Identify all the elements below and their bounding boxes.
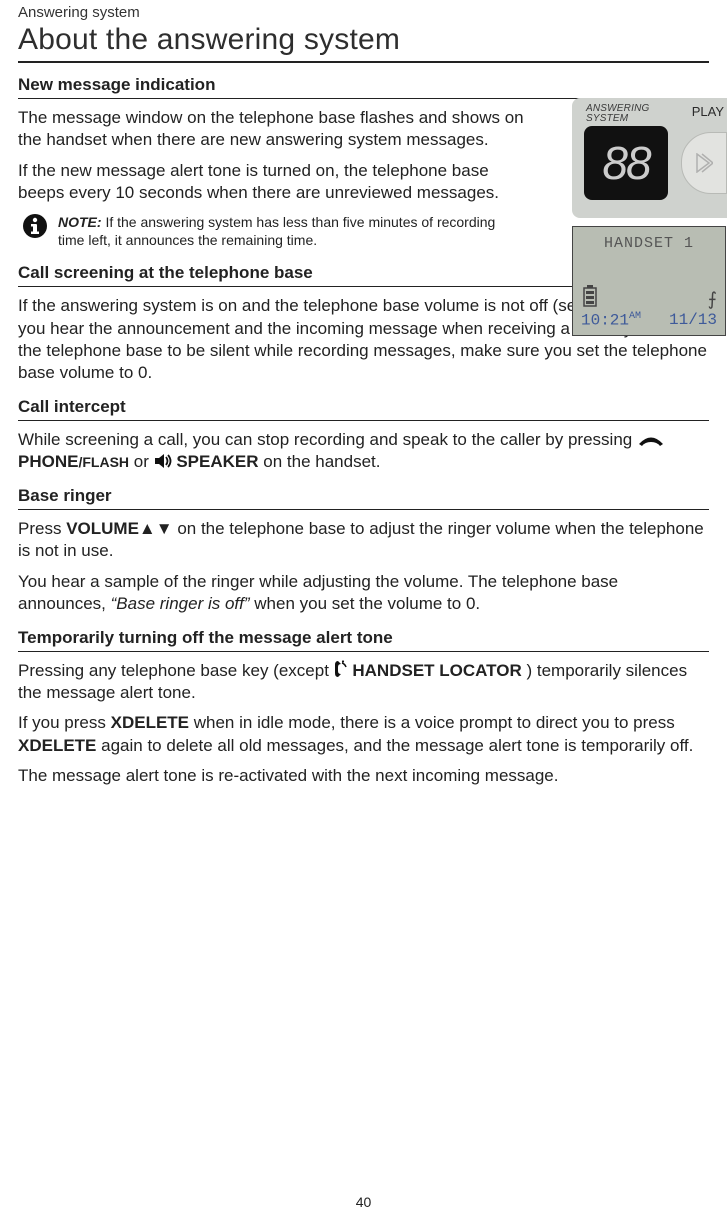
paragraph: Press VOLUME▲▼ on the telephone base to … xyxy=(18,518,709,563)
document-page: Answering system About the answering sys… xyxy=(0,0,727,1220)
paragraph: If you press XDELETE when in idle mode, … xyxy=(18,712,709,757)
page-number: 40 xyxy=(0,1194,727,1210)
handset-lcd-illustration: HANDSET 1 ⨍ 10:21AM 11/13 xyxy=(572,226,726,336)
quoted-text: “Base ringer is off” xyxy=(111,594,250,613)
paragraph: You hear a sample of the ringer while ad… xyxy=(18,571,709,616)
text: While screening a call, you can stop rec… xyxy=(18,430,637,449)
speaker-icon xyxy=(154,453,172,469)
heading-call-intercept: Call intercept xyxy=(18,397,709,421)
heading-base-ringer: Base ringer xyxy=(18,486,709,510)
play-label: PLAY xyxy=(692,104,724,119)
tape-icon: ⨍ xyxy=(708,289,715,311)
lcd-date: 11/13 xyxy=(669,311,717,329)
play-button xyxy=(681,132,727,194)
lcd-ampm: AM xyxy=(629,311,641,322)
paragraph: Pressing any telephone base key (except … xyxy=(18,660,709,705)
page-title: About the answering system xyxy=(18,23,709,63)
note-text: NOTE: If the answering system has less t… xyxy=(58,213,518,249)
xdelete-label: XDELETE xyxy=(18,736,96,755)
paragraph: If the new message alert tone is turned … xyxy=(18,160,538,205)
message-counter-value: 88 xyxy=(602,136,649,190)
speaker-label: SPEAKER xyxy=(176,452,258,471)
text: when in idle mode, there is a voice prom… xyxy=(194,713,675,732)
heading-new-message: New message indication xyxy=(18,75,709,99)
xdelete-label: XDELETE xyxy=(111,713,189,732)
message-counter-window: 88 xyxy=(584,126,668,200)
heading-temp-off-alert: Temporarily turning off the message aler… xyxy=(18,628,709,652)
flash-label: /FLASH xyxy=(78,454,129,470)
phone-base-illustration: ANSWERING SYSTEM PLAY 88 xyxy=(572,98,727,218)
base-label-line2: SYSTEM xyxy=(586,113,628,124)
note-body: If the answering system has less than fi… xyxy=(58,214,495,248)
paragraph: While screening a call, you can stop rec… xyxy=(18,429,709,474)
info-icon xyxy=(22,213,48,239)
text: again to delete all old messages, and th… xyxy=(101,736,693,755)
phone-label: PHONE xyxy=(18,452,78,471)
arrow-down-icon: ▼ xyxy=(156,519,173,538)
handset-locator-label: HANDSET LOCATOR xyxy=(352,661,521,680)
text: on the handset. xyxy=(263,452,380,471)
lcd-time: 10:21AM xyxy=(581,311,641,329)
base-label: ANSWERING SYSTEM xyxy=(586,104,649,123)
text: Pressing any telephone base key (except xyxy=(18,661,334,680)
paragraph: The message alert tone is re-activated w… xyxy=(18,765,709,787)
paragraph: The message window on the telephone base… xyxy=(18,107,538,152)
text: If you press xyxy=(18,713,111,732)
text: Press xyxy=(18,519,66,538)
battery-icon xyxy=(583,285,597,307)
figure-column: ANSWERING SYSTEM PLAY 88 HANDSET 1 xyxy=(572,98,727,336)
play-icon xyxy=(695,153,713,173)
volume-label: VOLUME xyxy=(66,519,139,538)
lcd-time-value: 10:21 xyxy=(581,311,629,329)
phone-icon xyxy=(637,435,665,447)
arrow-up-icon: ▲ xyxy=(139,519,156,538)
handset-icon xyxy=(334,660,348,678)
note-label: NOTE: xyxy=(58,214,102,230)
text: or xyxy=(134,452,154,471)
section-eyebrow: Answering system xyxy=(18,0,709,23)
text: when you set the volume to 0. xyxy=(254,594,480,613)
lcd-handset-name: HANDSET 1 xyxy=(573,235,725,252)
